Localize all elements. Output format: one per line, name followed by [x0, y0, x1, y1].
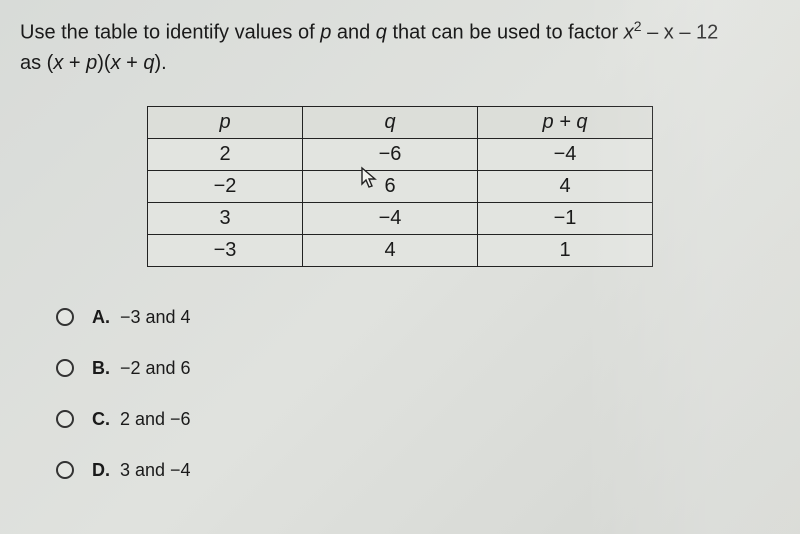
cell-p: 3 — [148, 202, 303, 234]
table-row: −2 6 4 — [148, 170, 653, 202]
option-letter: B. — [92, 358, 110, 379]
cell-pq: −4 — [478, 138, 653, 170]
cell-pq: 4 — [478, 170, 653, 202]
header-q: q — [303, 106, 478, 138]
cell-q: 4 — [303, 234, 478, 266]
cell-p: −3 — [148, 234, 303, 266]
answer-options: A. −3 and 4 B. −2 and 6 C. 2 and −6 D. 3… — [56, 307, 780, 481]
cell-q: −6 — [303, 138, 478, 170]
option-d[interactable]: D. 3 and −4 — [56, 460, 780, 481]
header-pq: p + q — [478, 106, 653, 138]
option-text: 2 and −6 — [120, 409, 191, 430]
header-p: p — [148, 106, 303, 138]
radio-icon[interactable] — [56, 410, 74, 428]
cell-q: −4 — [303, 202, 478, 234]
cell-q: 6 — [303, 170, 478, 202]
cell-p: 2 — [148, 138, 303, 170]
option-letter: C. — [92, 409, 110, 430]
cell-p: −2 — [148, 170, 303, 202]
factor-table: p q p + q 2 −6 −4 −2 6 4 3 −4 −1 −3 — [147, 106, 653, 267]
option-b[interactable]: B. −2 and 6 — [56, 358, 780, 379]
radio-icon[interactable] — [56, 308, 74, 326]
factor-table-wrap: p q p + q 2 −6 −4 −2 6 4 3 −4 −1 −3 — [20, 106, 780, 267]
table-row: −3 4 1 — [148, 234, 653, 266]
table-row: 2 −6 −4 — [148, 138, 653, 170]
option-text: −2 and 6 — [120, 358, 191, 379]
option-c[interactable]: C. 2 and −6 — [56, 409, 780, 430]
radio-icon[interactable] — [56, 461, 74, 479]
option-text: 3 and −4 — [120, 460, 191, 481]
option-letter: A. — [92, 307, 110, 328]
option-a[interactable]: A. −3 and 4 — [56, 307, 780, 328]
var-p: p — [320, 22, 331, 44]
option-letter: D. — [92, 460, 110, 481]
var-q: q — [376, 22, 387, 44]
radio-icon[interactable] — [56, 359, 74, 377]
option-text: −3 and 4 — [120, 307, 191, 328]
cell-pq: −1 — [478, 202, 653, 234]
cell-pq: 1 — [478, 234, 653, 266]
table-row: 3 −4 −1 — [148, 202, 653, 234]
question-text: Use the table to identify values of p an… — [20, 16, 780, 78]
table-header-row: p q p + q — [148, 106, 653, 138]
